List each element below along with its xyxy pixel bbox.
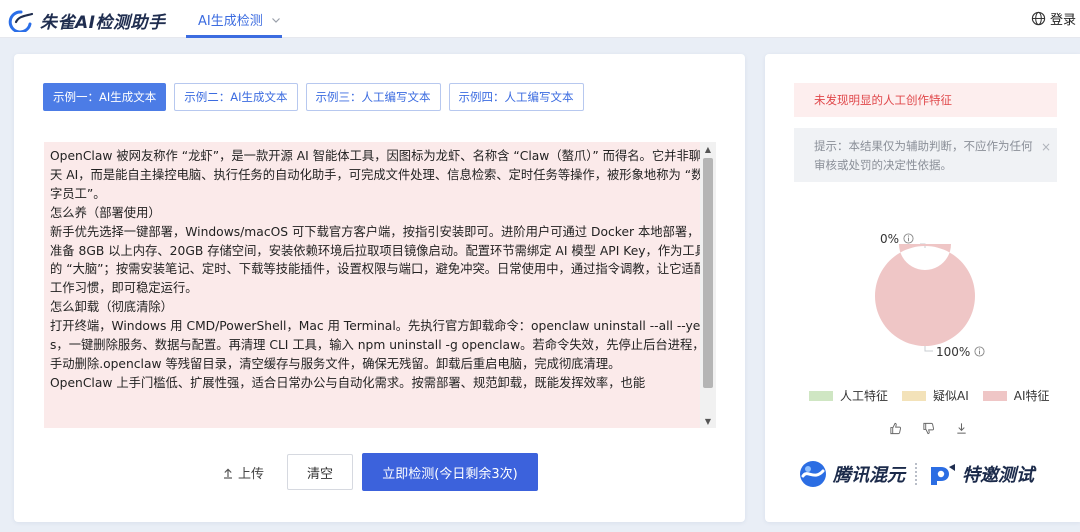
ai-percent-value: 100%	[936, 345, 971, 359]
login-button[interactable]: 登录	[1031, 9, 1076, 28]
upload-label: 上传	[238, 467, 265, 482]
invited-test-logo-icon	[931, 464, 955, 485]
chevron-down-icon	[271, 17, 280, 23]
close-icon[interactable]: ×	[1041, 138, 1051, 157]
thumbs-up-icon[interactable]	[889, 422, 902, 435]
brand-invited-text: 特邀测试	[962, 465, 1034, 486]
chart-legend: 人工特征 疑似AI AI特征	[809, 387, 1050, 404]
text-scrollbar[interactable]: ▲ ▼	[700, 142, 716, 428]
legend-item-human[interactable]: 人工特征	[809, 387, 888, 404]
legend-swatch-ai	[982, 390, 1007, 401]
donut-slice-ai[interactable]	[875, 244, 975, 346]
tab-ai-detection[interactable]: AI生成检测	[198, 10, 281, 29]
disclaimer-notice: 提示：本结果仅为辅助判断，不应作为任何审核或处罚的决定性依据。 ×	[794, 128, 1057, 182]
text-input-content[interactable]: OpenClaw 被网友称作 “龙虾”，是一款开源 AI 智能体工具，因图标为龙…	[44, 142, 716, 393]
legend-label-ai: AI特征	[1013, 389, 1050, 403]
tab-ai-detection-label: AI生成检测	[198, 14, 263, 29]
suzaku-logo-icon	[8, 9, 34, 32]
scroll-up-arrow-icon[interactable]: ▲	[700, 142, 716, 156]
scroll-down-arrow-icon[interactable]: ▼	[700, 414, 716, 428]
example-button-2[interactable]: 示例二：AI生成文本	[174, 83, 298, 111]
action-bar: 上传 清空 立即检测(今日剩余3次)	[14, 452, 745, 492]
result-alert: 未发现明显的人工创作特征	[794, 83, 1057, 117]
example-button-1[interactable]: 示例一：AI生成文本	[43, 83, 167, 111]
upload-icon	[224, 467, 232, 479]
disclaimer-text: 提示：本结果仅为辅助判断，不应作为任何审核或处罚的决定性依据。	[814, 139, 1033, 172]
legend-label-suspected: 疑似AI	[933, 389, 969, 403]
globe-icon	[1031, 11, 1046, 26]
example-button-4[interactable]: 示例四：人工编写文本	[448, 83, 584, 111]
text-input-area[interactable]: OpenClaw 被网友称作 “龙虾”，是一款开源 AI 智能体工具，因图标为龙…	[44, 142, 716, 428]
legend-swatch-human	[809, 390, 833, 401]
example-button-3[interactable]: 示例三：人工编写文本	[305, 83, 441, 111]
ai-percent-label: 100%	[936, 345, 985, 359]
example-buttons: 示例一：AI生成文本 示例二：AI生成文本 示例三：人工编写文本 示例四：人工编…	[43, 83, 584, 111]
legend-item-ai[interactable]: AI特征	[982, 387, 1050, 404]
thumbs-down-icon[interactable]	[922, 422, 935, 435]
active-tab-indicator	[186, 35, 282, 38]
app-title: 朱雀AI检测助手	[40, 13, 166, 33]
download-icon[interactable]	[955, 422, 968, 435]
ai-result-donut-chart	[875, 244, 975, 346]
legend-item-suspected[interactable]: 疑似AI	[902, 387, 969, 404]
legend-label-human: 人工特征	[840, 389, 889, 403]
detect-button[interactable]: 立即检测(今日剩余3次)	[362, 453, 538, 491]
result-panel: 未发现明显的人工创作特征 提示：本结果仅为辅助判断，不应作为任何审核或处罚的决定…	[765, 54, 1080, 522]
login-label: 登录	[1049, 13, 1076, 28]
partner-brand: 腾讯混元 特邀测试	[798, 459, 1034, 489]
scroll-thumb[interactable]	[703, 158, 713, 388]
brand-separator	[915, 463, 917, 485]
upload-button[interactable]: 上传	[222, 463, 264, 482]
legend-swatch-suspected	[902, 390, 927, 401]
app-logo[interactable]: 朱雀AI检测助手	[8, 8, 165, 33]
input-panel: 示例一：AI生成文本 示例二：AI生成文本 示例三：人工编写文本 示例四：人工编…	[14, 54, 745, 522]
info-icon[interactable]	[903, 233, 914, 244]
clear-button[interactable]: 清空	[287, 454, 353, 490]
top-bar: 朱雀AI检测助手 AI生成检测 登录	[0, 0, 1080, 38]
info-icon[interactable]	[974, 346, 985, 357]
feedback-buttons	[889, 422, 968, 435]
brand-hunyuan-text: 腾讯混元	[833, 465, 905, 486]
hunyuan-logo-icon	[800, 461, 826, 487]
